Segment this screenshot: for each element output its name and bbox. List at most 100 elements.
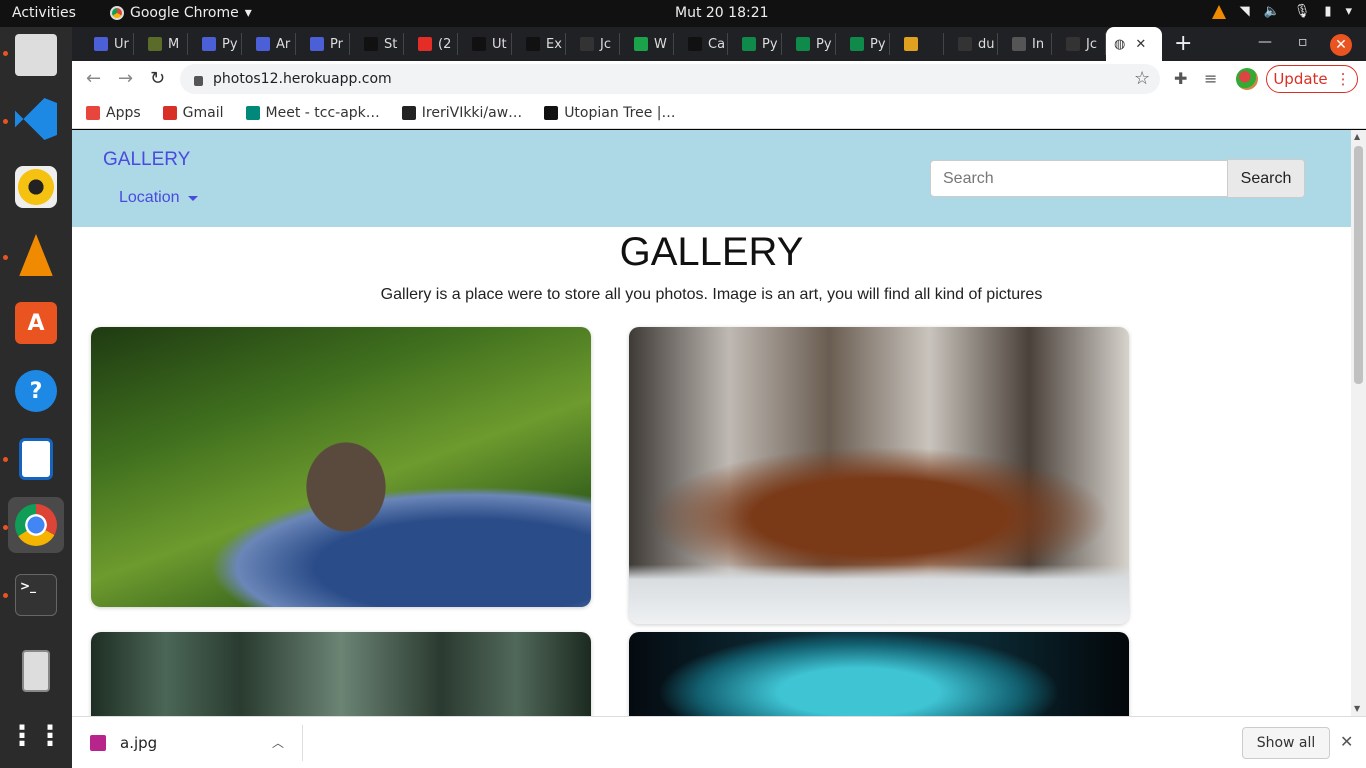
lock-icon	[194, 76, 203, 86]
chrome-launcher[interactable]	[8, 497, 64, 553]
tab[interactable]: Py	[188, 33, 242, 55]
bookmark-item[interactable]: IreriVIkki/aw…	[401, 105, 522, 121]
tab-favicon-icon	[904, 37, 918, 51]
bookmark-item[interactable]: Utopian Tree |…	[544, 105, 676, 121]
search-button[interactable]: Search	[1227, 159, 1305, 198]
tab-label: Ar	[276, 36, 291, 52]
address-bar[interactable]: photos12.herokuapp.com	[180, 64, 1160, 94]
rhythmbox-launcher[interactable]	[8, 159, 64, 215]
tab-label: Ex	[546, 36, 562, 52]
scroll-down-icon[interactable]: ▼	[1354, 704, 1360, 713]
battery-icon: ▮	[1324, 4, 1332, 19]
tab[interactable]	[890, 33, 944, 55]
tab[interactable]: In	[998, 33, 1052, 55]
tab[interactable]: Ca	[674, 33, 728, 55]
location-dropdown[interactable]: Location	[119, 189, 198, 207]
tab-label: Ur	[114, 36, 129, 52]
wifi-icon: ◥	[1239, 4, 1250, 19]
app-menu[interactable]: Google Chrome ▾	[110, 5, 252, 21]
tab-favicon-icon	[418, 37, 432, 51]
bookmark-item[interactable]: Gmail	[162, 104, 224, 121]
show-applications-button[interactable]: ⋮⋮	[8, 707, 64, 763]
media-player-icon	[22, 650, 50, 692]
gallery-photo-deer[interactable]	[629, 327, 1129, 624]
vlc-icon	[19, 234, 53, 276]
update-button[interactable]: Update ⋮	[1266, 65, 1358, 93]
help-launcher[interactable]: ?	[8, 363, 64, 419]
system-tray[interactable]: ◥ 🔈 🎙 ▮ ▾	[1211, 4, 1352, 19]
bookmark-label: Gmail	[182, 104, 224, 121]
media-queue-icon[interactable]: ≡	[1204, 69, 1217, 88]
bookmark-favicon-icon	[162, 105, 177, 120]
gallery-photo-forest[interactable]	[91, 632, 591, 716]
software-launcher[interactable]: A	[8, 295, 64, 351]
tab[interactable]: Ur	[80, 33, 134, 55]
bookmark-item[interactable]: Apps	[86, 105, 141, 121]
writer-launcher[interactable]	[8, 431, 64, 487]
tab[interactable]: (2	[404, 33, 458, 55]
browser-toolbar: ← → ↻ photos12.herokuapp.com ☆ ✚ ≡ Updat…	[72, 61, 1366, 97]
minimize-icon[interactable]: —	[1258, 34, 1272, 50]
tab-label: Ut	[492, 36, 507, 52]
tab-favicon-icon	[958, 37, 972, 51]
tab[interactable]: St	[350, 33, 404, 55]
gallery-photo-night-forest[interactable]	[629, 632, 1129, 716]
tab[interactable]: M	[134, 33, 188, 55]
tab[interactable]: Py	[728, 33, 782, 55]
back-icon[interactable]: ←	[86, 68, 101, 89]
profile-avatar[interactable]	[1236, 68, 1258, 90]
tab[interactable]: Ar	[242, 33, 296, 55]
vlc-tray-icon[interactable]	[1211, 4, 1226, 19]
tab-favicon-icon	[202, 37, 216, 51]
download-item[interactable]: a.jpg	[90, 734, 157, 752]
bookmark-star-icon[interactable]: ☆	[1134, 68, 1150, 89]
vscode-icon	[15, 98, 57, 140]
tab-favicon-icon	[634, 37, 648, 51]
close-icon[interactable]: ✕	[1340, 732, 1353, 751]
tab[interactable]: Ut	[458, 33, 512, 55]
scroll-up-icon[interactable]: ▲	[1354, 132, 1360, 141]
tab[interactable]: Jc	[1052, 33, 1106, 55]
terminal-launcher[interactable]: >_	[8, 567, 64, 623]
brand-link[interactable]: GALLERY	[103, 149, 190, 171]
files-icon	[15, 34, 57, 76]
extensions-icon[interactable]: ✚	[1174, 69, 1187, 88]
tab[interactable]: W	[620, 33, 674, 55]
new-tab-button[interactable]: +	[1174, 31, 1192, 56]
vscode-launcher[interactable]	[8, 91, 64, 147]
tab-favicon-icon	[256, 37, 270, 51]
show-all-button[interactable]: Show all	[1242, 727, 1330, 759]
vlc-launcher[interactable]	[8, 227, 64, 283]
tab-active[interactable]: ◍ ✕	[1106, 27, 1162, 61]
bookmark-item[interactable]: Meet - tcc-apk…	[245, 105, 380, 121]
tab[interactable]: Py	[782, 33, 836, 55]
tab-label: du	[978, 36, 995, 52]
tab-label: Jc	[1086, 36, 1097, 52]
tab-favicon-icon	[742, 37, 756, 51]
files-launcher[interactable]	[8, 27, 64, 83]
tab[interactable]: Ex	[512, 33, 566, 55]
forward-icon[interactable]: →	[118, 68, 133, 89]
bookmark-favicon-icon	[401, 105, 416, 120]
window-close-button[interactable]: ✕	[1330, 34, 1352, 56]
activities-button[interactable]: Activities	[12, 5, 76, 21]
search-placeholder: Search	[943, 169, 994, 187]
maximize-icon[interactable]: ▫	[1298, 34, 1308, 50]
gallery-photo-elephant[interactable]	[91, 327, 591, 607]
bookmark-favicon-icon	[245, 105, 260, 120]
reload-icon[interactable]: ↻	[150, 68, 165, 89]
chevron-up-icon[interactable]: ︿	[272, 734, 284, 751]
tab-favicon-icon	[148, 37, 162, 51]
clock[interactable]: Mut 20 18:21	[675, 5, 769, 21]
search-input[interactable]: Search	[930, 160, 1228, 197]
tab[interactable]: du	[944, 33, 998, 55]
tab[interactable]: Py	[836, 33, 890, 55]
page-scrollbar[interactable]: ▲ ▼	[1351, 130, 1366, 716]
scrollbar-thumb[interactable]	[1354, 146, 1363, 384]
tab[interactable]: Pr	[296, 33, 350, 55]
tab-label: W	[654, 36, 667, 52]
tab-label: Py	[816, 36, 832, 52]
ipod-launcher[interactable]	[8, 643, 64, 699]
tab[interactable]: Jc	[566, 33, 620, 55]
tab-close-icon[interactable]: ✕	[1135, 37, 1146, 52]
